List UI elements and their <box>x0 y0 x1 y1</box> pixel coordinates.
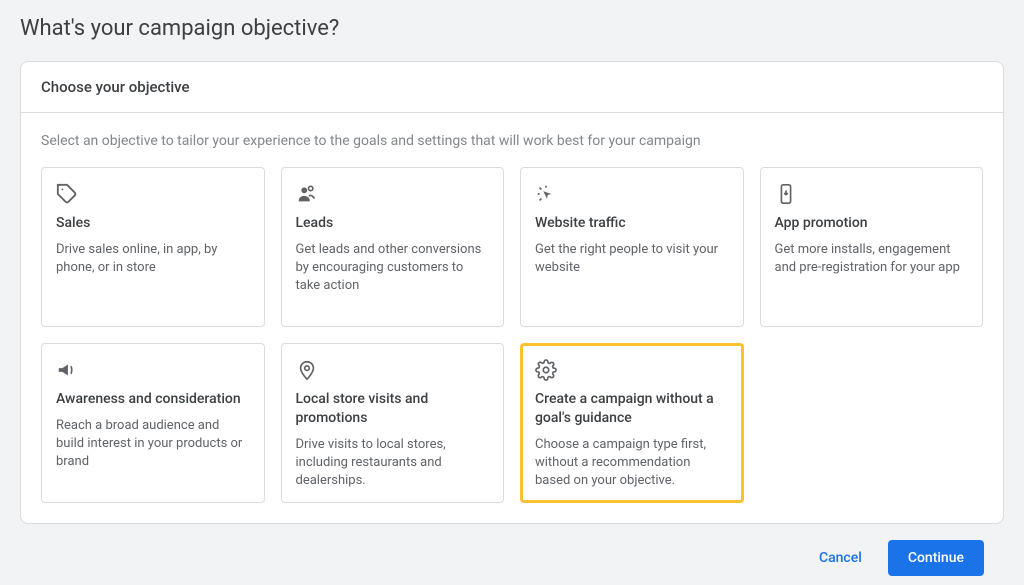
objective-title: Local store visits and promotions <box>296 390 490 428</box>
objective-desc: Get more installs, engagement and pre-re… <box>775 241 969 277</box>
objective-card-local-store[interactable]: Local store visits and promotions Drive … <box>281 343 505 503</box>
objective-title: Website traffic <box>535 214 729 233</box>
panel-header: Choose your objective <box>21 62 1003 113</box>
objective-title: Create a campaign without a goal's guida… <box>535 390 729 428</box>
continue-button[interactable]: Continue <box>888 540 984 576</box>
objective-desc: Choose a campaign type first, without a … <box>535 436 729 491</box>
megaphone-icon <box>56 358 250 382</box>
objective-title: Leads <box>296 214 490 233</box>
cursor-click-icon <box>535 182 729 206</box>
panel-instructions: Select an objective to tailor your exper… <box>41 133 983 149</box>
objective-desc: Get the right people to visit your websi… <box>535 241 729 277</box>
objective-title: Sales <box>56 214 250 233</box>
objective-card-leads[interactable]: Leads Get leads and other conversions by… <box>281 167 505 327</box>
app-download-icon <box>775 182 969 206</box>
tag-icon <box>56 182 250 206</box>
cancel-button[interactable]: Cancel <box>805 542 876 574</box>
objective-card-app-promotion[interactable]: App promotion Get more installs, engagem… <box>760 167 984 327</box>
pin-icon <box>296 358 490 382</box>
page-title: What's your campaign objective? <box>20 16 1004 41</box>
gear-icon <box>535 358 729 382</box>
objectives-grid: Sales Drive sales online, in app, by pho… <box>41 167 983 503</box>
objective-card-website-traffic[interactable]: Website traffic Get the right people to … <box>520 167 744 327</box>
objective-card-awareness[interactable]: Awareness and consideration Reach a broa… <box>41 343 265 503</box>
leads-icon <box>296 182 490 206</box>
footer-bar: Cancel Continue <box>20 524 1004 576</box>
objective-desc: Get leads and other conversions by encou… <box>296 241 490 296</box>
objective-card-no-goal-guidance[interactable]: Create a campaign without a goal's guida… <box>520 343 744 503</box>
objective-card-sales[interactable]: Sales Drive sales online, in app, by pho… <box>41 167 265 327</box>
objective-desc: Drive visits to local stores, including … <box>296 436 490 491</box>
objective-title: App promotion <box>775 214 969 233</box>
objective-panel: Choose your objective Select an objectiv… <box>20 61 1004 524</box>
objective-desc: Reach a broad audience and build interes… <box>56 417 250 472</box>
panel-heading: Choose your objective <box>41 78 983 96</box>
objective-title: Awareness and consideration <box>56 390 250 409</box>
objective-desc: Drive sales online, in app, by phone, or… <box>56 241 250 277</box>
